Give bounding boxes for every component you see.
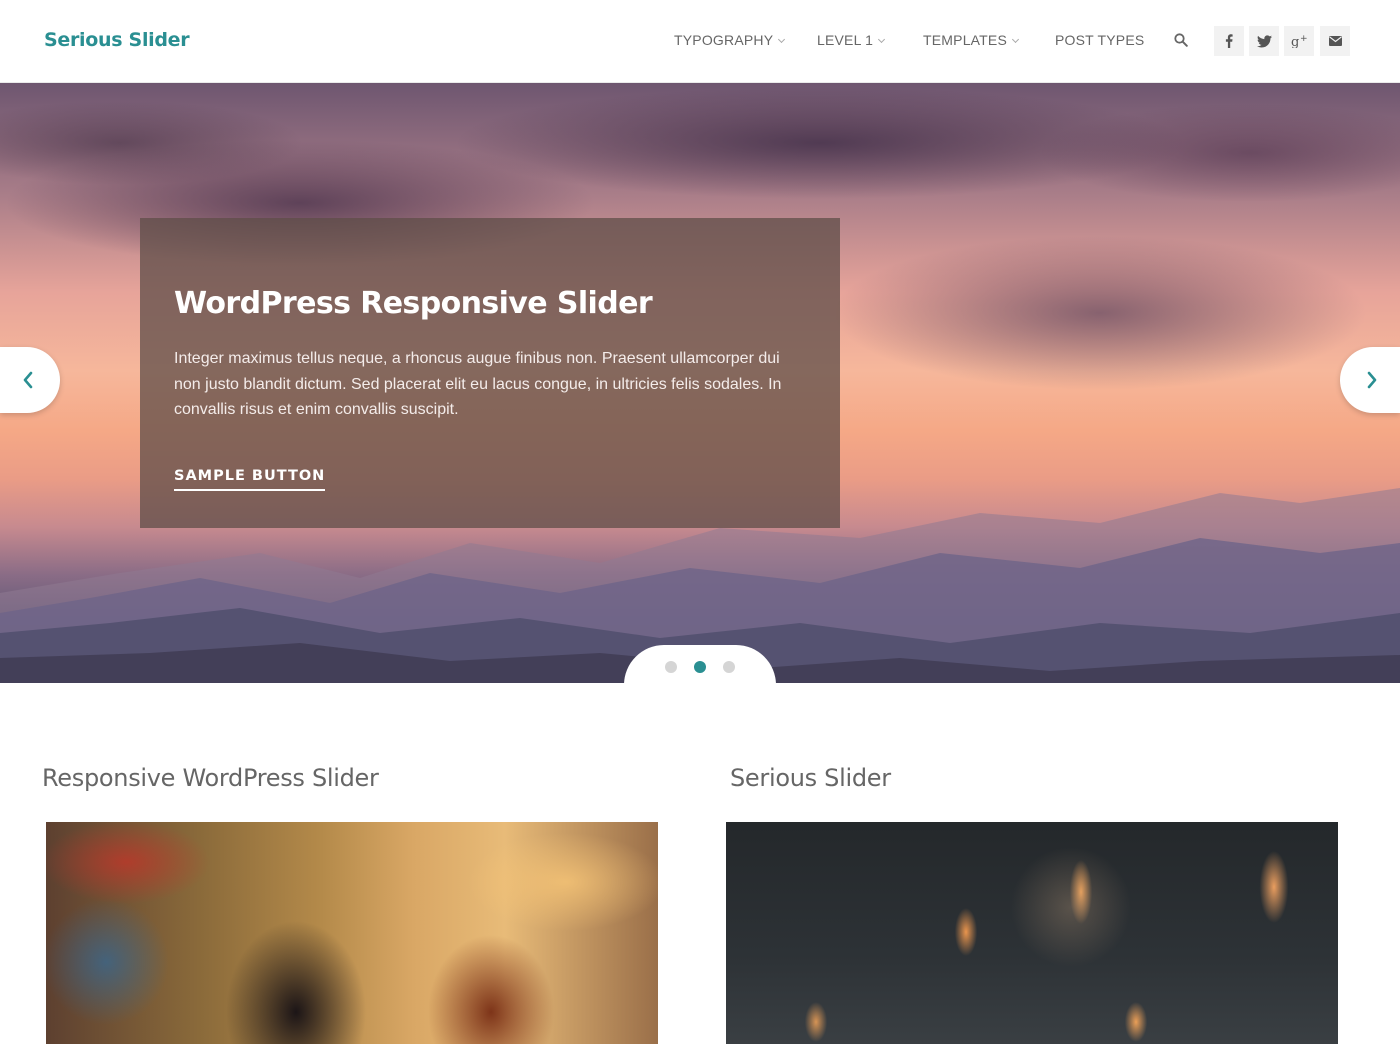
post-title-responsive-wordpress-slider[interactable]: Responsive WordPress Slider xyxy=(42,764,379,792)
chevron-left-icon xyxy=(23,371,33,389)
nav-item-label: POST TYPES xyxy=(1055,32,1145,48)
slider-dot-3[interactable] xyxy=(723,661,735,673)
slider-dot-1[interactable] xyxy=(665,661,677,673)
chevron-down-icon xyxy=(1011,35,1020,44)
chevron-down-icon xyxy=(778,35,786,44)
email-icon xyxy=(1328,36,1342,46)
post-title-serious-slider[interactable]: Serious Slider xyxy=(730,764,891,792)
hero-slider: WordPress Responsive Slider Integer maxi… xyxy=(0,83,1400,683)
svg-text:g: g xyxy=(1291,35,1299,48)
nav-item-post-types[interactable]: POST TYPES xyxy=(1055,32,1144,48)
search-icon[interactable] xyxy=(1174,33,1188,47)
slider-dot-2[interactable] xyxy=(694,661,706,673)
email-button[interactable] xyxy=(1320,26,1350,56)
slide-title: WordPress Responsive Slider xyxy=(174,286,653,321)
slide-caption-box: WordPress Responsive Slider Integer maxi… xyxy=(140,218,840,528)
twitter-icon xyxy=(1256,34,1272,47)
slider-next-button[interactable] xyxy=(1340,347,1400,413)
nav-item-level-1[interactable]: LEVEL 1 xyxy=(817,32,886,48)
site-logo[interactable]: Serious Slider xyxy=(44,29,190,51)
nav-item-label: LEVEL 1 xyxy=(817,32,874,48)
post-image-carousel[interactable] xyxy=(46,822,658,1044)
slider-pagination xyxy=(624,645,776,683)
google-plus-button[interactable]: g + xyxy=(1284,26,1314,56)
facebook-button[interactable] xyxy=(1214,26,1244,56)
nav-item-templates[interactable]: TEMPLATES xyxy=(923,32,1020,48)
svg-text:+: + xyxy=(1300,34,1308,44)
sample-button[interactable]: SAMPLE BUTTON xyxy=(174,468,326,491)
nav-item-typography[interactable]: TYPOGRAPHY xyxy=(674,32,786,48)
chevron-down-icon xyxy=(878,35,886,44)
nav-item-label: TYPOGRAPHY xyxy=(674,32,774,48)
twitter-button[interactable] xyxy=(1249,26,1279,56)
google-plus-icon: g + xyxy=(1291,34,1308,48)
facebook-icon xyxy=(1225,34,1233,48)
site-header: Serious Slider TYPOGRAPHY LEVEL 1 TEMPLA… xyxy=(0,0,1400,83)
chevron-right-icon xyxy=(1367,371,1377,389)
post-image-light-bulbs[interactable] xyxy=(726,822,1338,1044)
nav-item-label: TEMPLATES xyxy=(923,32,1008,48)
slide-text: Integer maximus tellus neque, a rhoncus … xyxy=(174,350,782,418)
